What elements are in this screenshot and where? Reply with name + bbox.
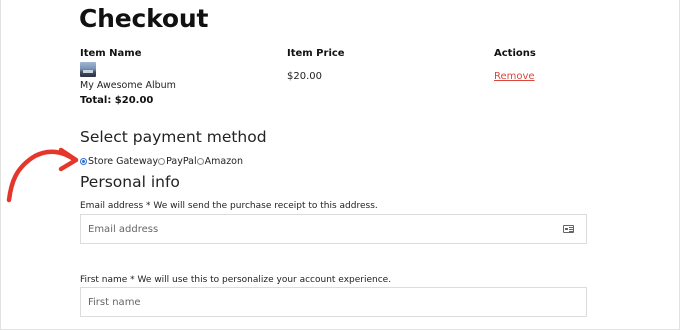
payment-option-store-gateway[interactable]: Store Gateway	[80, 156, 158, 167]
first-name-field-wrapper	[80, 287, 587, 317]
payment-option-label: PayPal	[166, 156, 197, 167]
email-field-label: Email address * We will send the purchas…	[80, 201, 378, 211]
first-name-field-label: First name * We will use this to persona…	[80, 275, 392, 285]
radio-amazon[interactable]	[196, 158, 204, 165]
column-header-actions: Actions	[494, 48, 536, 59]
item-name: My Awesome Album	[80, 80, 176, 91]
payment-option-label: Store Gateway	[88, 156, 159, 167]
column-header-item-name: Item Name	[80, 48, 142, 59]
album-thumbnail	[80, 62, 96, 77]
payment-option-paypal[interactable]: PayPal	[158, 156, 197, 167]
contact-card-icon	[563, 225, 574, 233]
payment-method-options: Store Gateway PayPal Amazon	[80, 156, 243, 167]
item-price: $20.00	[287, 71, 322, 82]
radio-paypal[interactable]	[158, 158, 166, 165]
remove-item-link[interactable]: Remove	[494, 71, 535, 82]
page-title: Checkout	[79, 4, 209, 33]
payment-method-heading: Select payment method	[80, 128, 267, 146]
curved-arrow-icon	[6, 147, 79, 203]
personal-info-heading: Personal info	[80, 173, 180, 191]
payment-option-label: Amazon	[204, 156, 244, 167]
column-header-item-price: Item Price	[287, 48, 345, 59]
checkout-page: Checkout Item Name Item Price Actions My…	[0, 0, 680, 330]
cart-total: Total: $20.00	[80, 95, 154, 106]
payment-option-amazon[interactable]: Amazon	[196, 156, 244, 167]
first-name-field[interactable]	[88, 296, 548, 308]
email-field[interactable]	[88, 223, 548, 235]
email-field-wrapper	[80, 214, 587, 244]
